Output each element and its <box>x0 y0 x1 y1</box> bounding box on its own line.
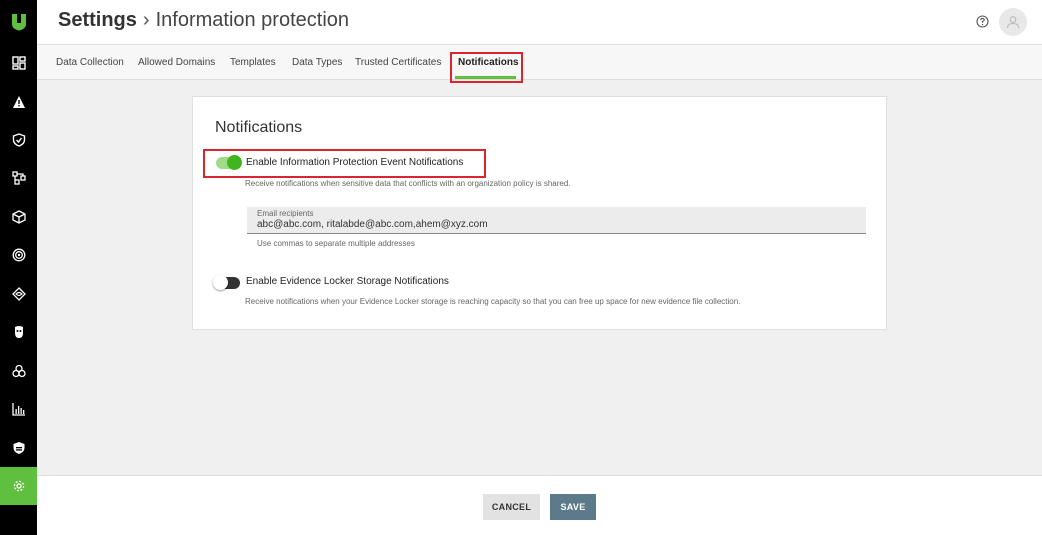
footer-bar: CANCEL SAVE <box>37 475 1042 535</box>
cancel-button[interactable]: CANCEL <box>483 494 540 520</box>
shield-check-icon <box>12 133 25 147</box>
biohazard-icon <box>11 364 26 378</box>
email-recipients-value[interactable]: abc@abc.com, ritalabde@abc.com,ahem@xyz.… <box>257 219 488 230</box>
dashboard-icon <box>11 56 26 70</box>
tab-highlight-box <box>450 52 523 83</box>
tab-data-collection[interactable]: Data Collection <box>56 57 124 68</box>
app-logo[interactable] <box>0 0 37 44</box>
network-icon <box>11 171 26 185</box>
tab-allowed-domains[interactable]: Allowed Domains <box>138 57 215 68</box>
cube-icon <box>11 210 26 224</box>
avatar[interactable] <box>999 8 1027 36</box>
notifications-card: Notifications Enable Information Protect… <box>192 96 887 330</box>
mask-icon <box>14 326 23 338</box>
breadcrumb-root[interactable]: Settings <box>58 9 137 31</box>
sidebar-item-reports[interactable] <box>0 390 37 428</box>
tab-trusted-certificates[interactable]: Trusted Certificates <box>355 57 441 68</box>
tab-templates[interactable]: Templates <box>230 57 276 68</box>
sidebar-item-identity[interactable] <box>0 313 37 351</box>
locker-notifications-toggle[interactable] <box>213 275 240 290</box>
section-title: Notifications <box>215 119 303 136</box>
toggle-highlight-box <box>203 149 486 178</box>
toggle-knob <box>213 275 228 290</box>
target-icon <box>12 248 25 262</box>
sidebar-item-network[interactable] <box>0 159 37 197</box>
save-button[interactable]: SAVE <box>550 494 596 520</box>
sidebar-item-alerts[interactable] <box>0 83 37 121</box>
help-icon[interactable] <box>976 15 989 28</box>
shield-icon <box>13 442 24 454</box>
sidebar-item-dashboard[interactable] <box>0 44 37 82</box>
eye-icon <box>11 287 26 301</box>
alert-icon <box>12 96 25 108</box>
gear-icon <box>13 480 24 492</box>
user-icon <box>1006 16 1020 29</box>
email-recipients-hint: Use commas to separate multiple addresse… <box>257 239 415 248</box>
bar-chart-icon <box>11 403 25 416</box>
sidebar-item-policies[interactable] <box>0 429 37 467</box>
tab-bar: Data Collection Allowed Domains Template… <box>37 45 1042 83</box>
sidebar <box>0 0 37 535</box>
email-recipients-label: Email recipients <box>257 209 314 218</box>
page-title: Information protection <box>155 9 350 31</box>
sidebar-item-settings[interactable] <box>0 467 37 505</box>
sidebar-item-threats[interactable] <box>0 352 37 390</box>
locker-notifications-label: Enable Evidence Locker Storage Notificat… <box>246 276 449 287</box>
breadcrumb-separator: › <box>142 9 150 31</box>
page-header: Settings › Information protection <box>37 0 1042 45</box>
event-notifications-description: Receive notifications when sensitive dat… <box>245 179 571 188</box>
breadcrumb: Settings › Information protection <box>58 9 349 32</box>
email-recipients-field[interactable]: Email recipients abc@abc.com, ritalabde@… <box>247 207 866 234</box>
locker-notifications-description: Receive notifications when your Evidence… <box>245 297 741 306</box>
sidebar-item-protection[interactable] <box>0 121 37 159</box>
shield-logo-icon <box>11 14 26 31</box>
sidebar-item-monitor[interactable] <box>0 275 37 313</box>
tab-data-types[interactable]: Data Types <box>292 57 342 68</box>
sidebar-item-targets[interactable] <box>0 236 37 274</box>
sidebar-item-assets[interactable] <box>0 198 37 236</box>
